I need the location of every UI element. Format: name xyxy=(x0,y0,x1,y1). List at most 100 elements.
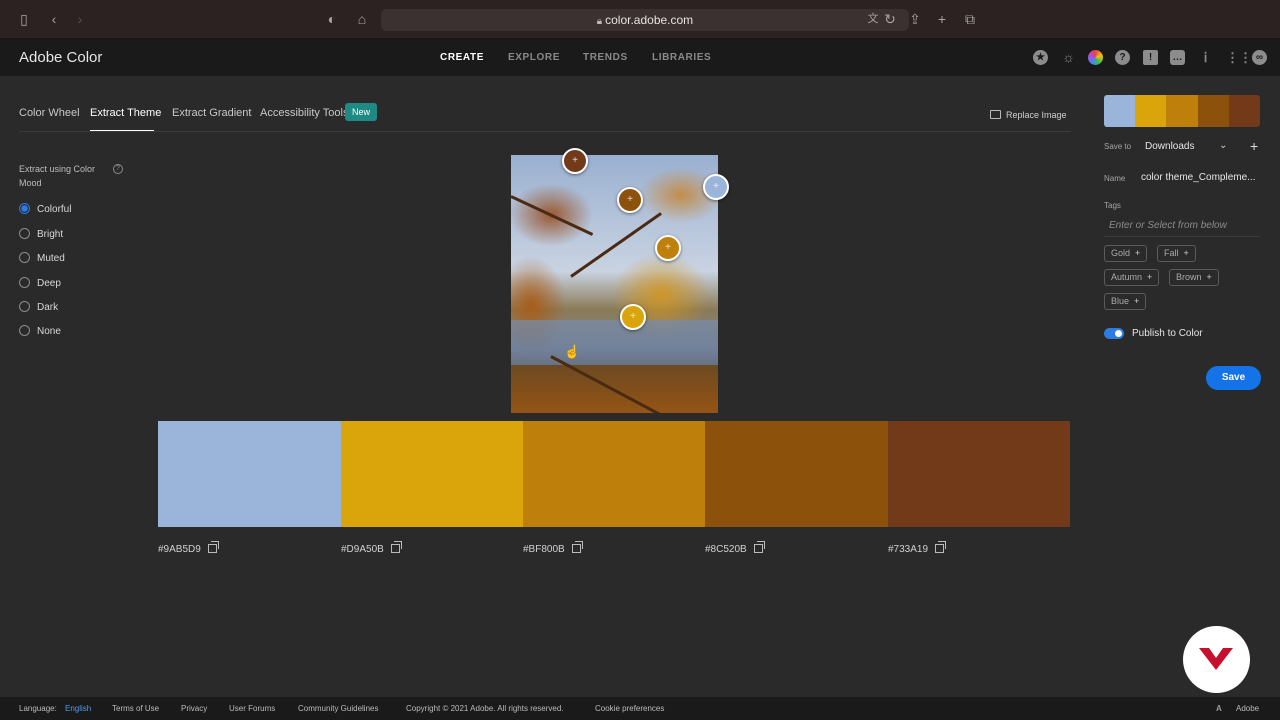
creative-cloud-icon[interactable]: ∞ xyxy=(1252,50,1267,65)
apps-grid-icon[interactable]: ⋮⋮ xyxy=(1226,50,1252,65)
mood-option-label: Deep xyxy=(37,278,61,289)
add-tag-icon[interactable]: + xyxy=(1135,248,1140,258)
alert-icon[interactable]: ! xyxy=(1143,50,1158,65)
sidebar-toggle-icon[interactable]: ▯ xyxy=(15,11,33,27)
mood-option-label: Bright xyxy=(37,229,64,240)
user-forums-link[interactable]: User Forums xyxy=(229,704,275,713)
mood-option-colorful[interactable]: Colorful xyxy=(19,203,71,217)
back-icon[interactable]: ‹ xyxy=(45,11,63,27)
copy-icon[interactable] xyxy=(753,541,765,553)
tag-chip-autumn[interactable]: Autumn + xyxy=(1104,269,1160,286)
source-image[interactable] xyxy=(511,155,718,413)
nav-trends[interactable]: TRENDS xyxy=(583,52,628,63)
help-icon[interactable]: ? xyxy=(113,164,123,174)
nav-libraries[interactable]: LIBRARIES xyxy=(652,52,711,63)
add-tag-icon[interactable]: + xyxy=(1207,272,1212,282)
radio-icon[interactable] xyxy=(19,277,30,288)
tab-overview-icon[interactable]: ⧉ xyxy=(961,11,979,27)
mood-option-none[interactable]: None xyxy=(19,325,61,339)
info-icon[interactable]: ⅰ xyxy=(1198,50,1213,65)
add-library-icon[interactable]: + xyxy=(1250,138,1258,154)
swatch-5[interactable] xyxy=(888,421,1070,527)
copy-icon[interactable] xyxy=(207,541,219,553)
hex-value: #9AB5D9 xyxy=(158,544,201,555)
color-picker-handle[interactable] xyxy=(703,174,729,200)
radio-icon[interactable] xyxy=(19,228,30,239)
copy-icon[interactable] xyxy=(390,541,402,553)
shield-icon[interactable]: ◐ xyxy=(323,11,341,27)
footer: Language: English Terms of Use Privacy U… xyxy=(0,697,1280,720)
save-to-select[interactable]: Downloads xyxy=(1145,141,1194,152)
help-icon[interactable]: ? xyxy=(1115,50,1130,65)
cookie-preferences-link[interactable]: Cookie preferences xyxy=(595,704,664,713)
radio-icon[interactable] xyxy=(19,301,30,312)
copyright-text: Copyright © 2021 Adobe. All rights reser… xyxy=(406,704,564,713)
replace-image-button[interactable]: Replace Image xyxy=(990,110,1067,120)
swatch-3[interactable] xyxy=(523,421,705,527)
add-tag-icon[interactable]: + xyxy=(1184,248,1189,258)
brightness-icon[interactable]: ☼ xyxy=(1061,50,1076,65)
color-wheel-icon[interactable] xyxy=(1088,50,1103,65)
reload-icon[interactable]: ↻ xyxy=(881,11,899,27)
new-badge: New xyxy=(345,103,378,121)
privacy-link[interactable]: Privacy xyxy=(181,704,207,713)
color-picker-handle[interactable] xyxy=(617,187,643,213)
brand-title[interactable]: Adobe Color xyxy=(19,49,102,66)
mood-option-deep[interactable]: Deep xyxy=(19,277,61,291)
preview-swatch-5 xyxy=(1228,95,1260,127)
forward-icon[interactable]: › xyxy=(71,11,89,27)
nav-explore[interactable]: EXPLORE xyxy=(508,52,560,63)
tag-chip-fall[interactable]: Fall + xyxy=(1157,245,1196,262)
adobe-footer-text: Adobe xyxy=(1236,704,1260,713)
swatch-1[interactable] xyxy=(158,421,341,527)
theme-preview xyxy=(1104,95,1260,127)
radio-icon[interactable] xyxy=(19,325,30,336)
community-guidelines-link[interactable]: Community Guidelines xyxy=(298,704,378,713)
theme-name-input[interactable]: color theme_Compleme... xyxy=(1141,172,1256,183)
publish-toggle[interactable] xyxy=(1104,328,1124,339)
tab-accessibility-tools[interactable]: Accessibility Tools xyxy=(260,107,348,119)
mood-option-dark[interactable]: Dark xyxy=(19,301,58,315)
add-tag-icon[interactable]: + xyxy=(1134,296,1139,306)
tags-underline xyxy=(1104,236,1260,237)
tab-extract-theme[interactable]: Extract Theme xyxy=(90,107,161,119)
add-tag-icon[interactable]: + xyxy=(1147,272,1152,282)
swatch-2[interactable] xyxy=(341,421,523,527)
tag-chip-blue[interactable]: Blue + xyxy=(1104,293,1147,310)
tag-chip-brown[interactable]: Brown + xyxy=(1169,269,1219,286)
copy-icon[interactable] xyxy=(571,541,583,553)
tab-color-wheel[interactable]: Color Wheel xyxy=(19,107,80,119)
share-icon[interactable]: ⇪ xyxy=(906,11,924,27)
copy-icon[interactable] xyxy=(935,541,947,553)
new-tab-icon[interactable]: + xyxy=(933,11,951,27)
terms-link[interactable]: Terms of Use xyxy=(112,704,159,713)
color-picker-handle[interactable] xyxy=(562,148,588,174)
chat-icon[interactable]: … xyxy=(1170,50,1185,65)
tags-input[interactable]: Enter or Select from below xyxy=(1109,220,1227,231)
swatch-hex-1: #9AB5D9 xyxy=(158,541,219,555)
tab-extract-gradient[interactable]: Extract Gradient xyxy=(172,107,251,119)
save-button[interactable]: Save xyxy=(1206,366,1261,390)
mood-option-bright[interactable]: Bright xyxy=(19,228,63,242)
color-picker-handle[interactable] xyxy=(620,304,646,330)
swatch-hex-2: #D9A50B xyxy=(341,541,402,555)
language-link[interactable]: English xyxy=(65,704,91,713)
color-picker-handle[interactable] xyxy=(655,235,681,261)
preview-swatch-4 xyxy=(1197,95,1229,127)
save-to-label: Save to xyxy=(1104,142,1132,151)
radio-selected-icon[interactable] xyxy=(19,203,30,214)
swatch-4[interactable] xyxy=(705,421,888,527)
mood-option-label: Colorful xyxy=(37,204,72,215)
swatch-hex-3: #BF800B xyxy=(523,541,583,555)
main-content: Color Wheel Extract Theme Extract Gradie… xyxy=(0,76,1280,697)
address-bar[interactable]: 🔒︎ color.adobe.com xyxy=(381,9,909,31)
nav-create[interactable]: CREATE xyxy=(440,52,484,63)
translate-icon[interactable]: 文 xyxy=(864,11,882,27)
chevron-down-icon[interactable]: ⌄ xyxy=(1219,140,1227,151)
hex-value: #BF800B xyxy=(523,544,565,555)
mood-option-muted[interactable]: Muted xyxy=(19,252,65,266)
home-icon[interactable]: ⌂ xyxy=(353,11,371,27)
star-icon[interactable]: ★ xyxy=(1033,50,1048,65)
radio-icon[interactable] xyxy=(19,252,30,263)
tag-chip-gold[interactable]: Gold + xyxy=(1104,245,1148,262)
